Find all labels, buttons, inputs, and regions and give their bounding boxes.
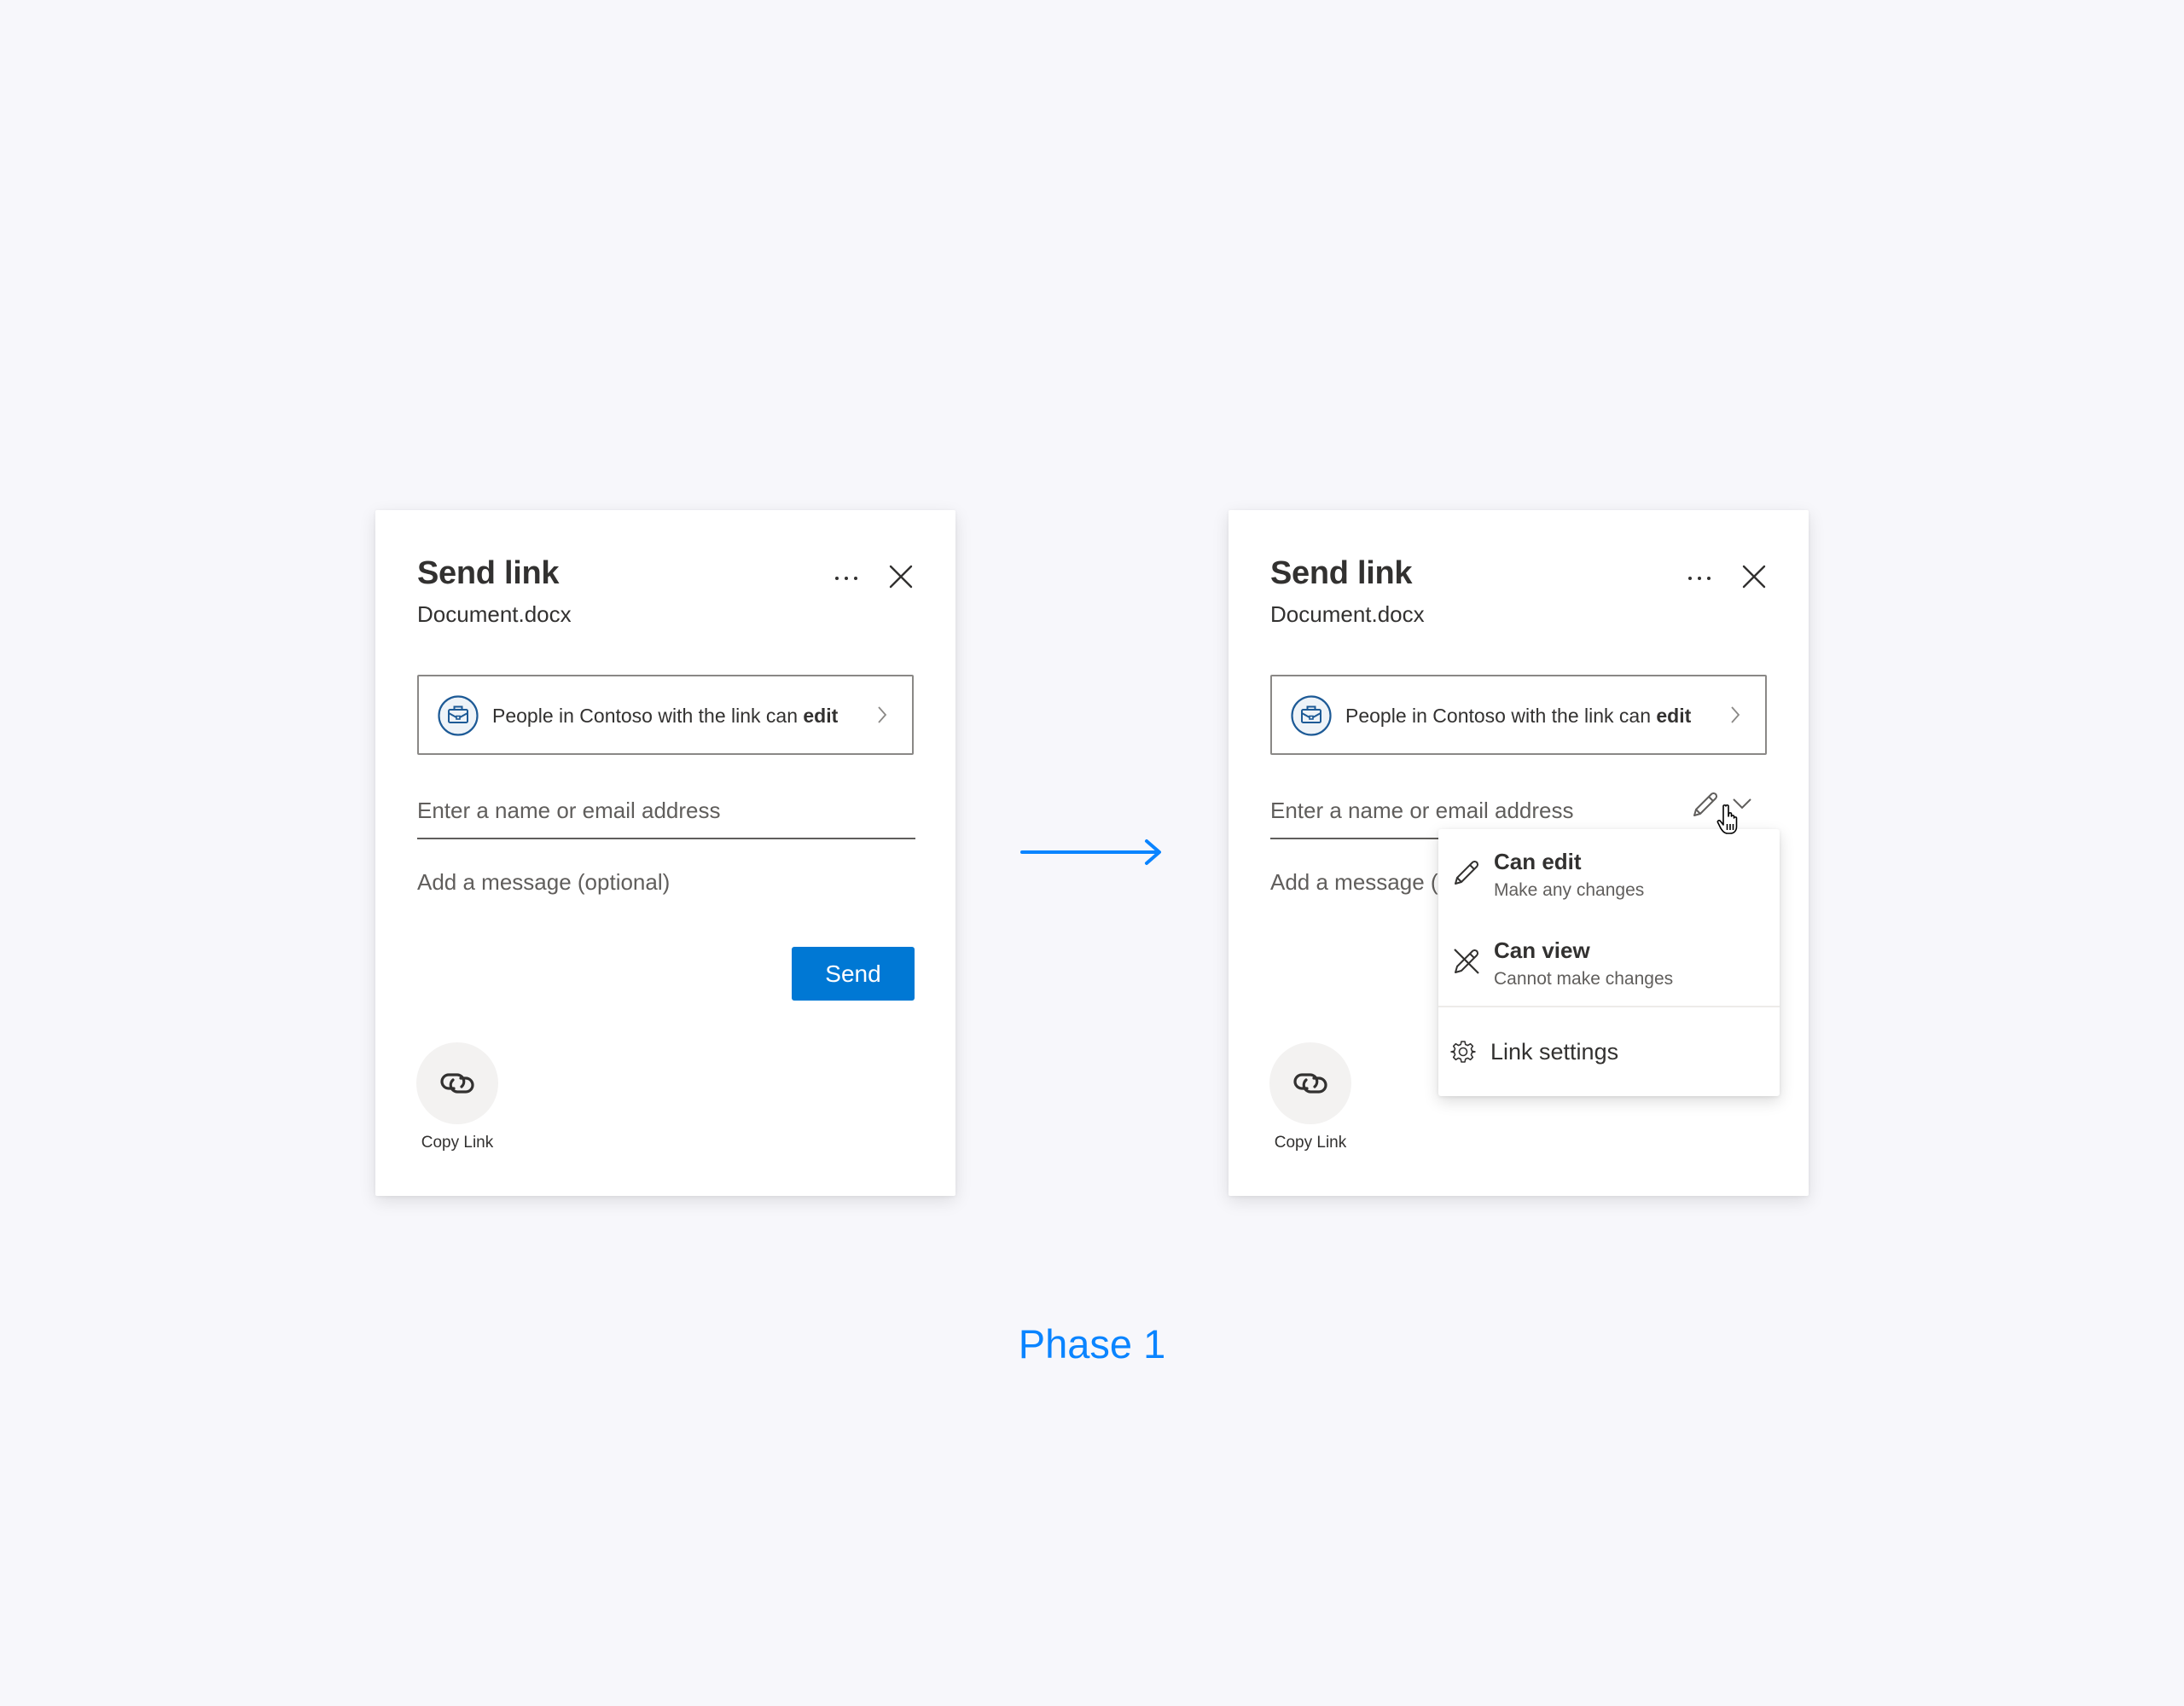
permission-level: edit [803,705,839,727]
recipient-placeholder: Enter a name or email address [1270,798,1574,823]
menu-item-link-settings[interactable]: Link settings [1438,1018,1780,1087]
message-input[interactable]: Add a message (optional) [417,868,915,920]
menu-divider [1438,1006,1780,1007]
phase-label: Phase 1 [1018,1321,1166,1367]
pencil-off-icon [1454,949,1479,974]
arrow-right-icon [1020,839,1161,865]
permission-prefix: People in Contoso with the link can [1345,705,1657,727]
link-permission-text: People in Contoso with the link can edit [492,702,838,729]
pencil-icon [1455,860,1479,885]
copy-link-label: Copy Link [421,1134,494,1152]
more-options-button[interactable] [1681,565,1716,590]
link-icon [440,1073,474,1094]
permission-menu: Can edit Make any changes Can view Canno… [1438,829,1780,1096]
more-dot [845,577,848,580]
recipient-placeholder: Enter a name or email address [417,798,721,823]
gear-icon [1450,1041,1476,1063]
link-settings-label: Link settings [1490,1039,1619,1065]
chevron-right-icon [1731,706,1740,723]
close-icon [1742,565,1766,589]
more-dot [1698,577,1701,580]
menu-item-description: Cannot make changes [1494,969,1674,989]
briefcase-icon [438,695,479,736]
pencil-icon [1693,792,1718,816]
menu-item-can-view[interactable]: Can view Cannot make changes [1438,928,1780,1010]
message-placeholder: Add a message (optional) [417,869,671,895]
file-name: Document.docx [417,601,572,627]
link-icon [1293,1073,1327,1094]
more-dot [854,577,857,580]
link-permission-text: People in Contoso with the link can edit [1345,702,1691,729]
menu-item-description: Make any changes [1494,880,1645,900]
hand-cursor-icon [1716,804,1738,834]
menu-item-can-edit[interactable]: Can edit Make any changes [1438,839,1780,921]
recipient-permission-button[interactable] [1691,790,1720,819]
send-link-dialog: Send link Document.docx People in Contos… [375,510,956,1196]
more-options-button[interactable] [828,565,863,590]
dialog-title: Send link [1270,555,1413,591]
close-button[interactable] [886,561,916,592]
link-permission-button[interactable]: People in Contoso with the link can edit [417,675,914,755]
more-dot [1707,577,1711,580]
recipient-input[interactable]: Enter a name or email address [417,783,915,839]
more-horizontal-icon [835,577,839,580]
permission-prefix: People in Contoso with the link can [492,705,804,727]
close-icon [889,565,913,589]
menu-item-label: Can view [1494,937,1590,963]
send-link-dialog-with-menu: Send link Document.docx People in Contos… [1228,510,1809,1196]
permission-level: edit [1656,705,1692,727]
chevron-right-icon [878,706,887,723]
more-horizontal-icon [1688,577,1692,580]
briefcase-icon [1291,695,1332,736]
close-button[interactable] [1739,561,1769,592]
copy-link-button[interactable] [416,1042,498,1124]
copy-link-button[interactable] [1269,1042,1351,1124]
copy-link-label: Copy Link [1274,1134,1347,1152]
send-button[interactable]: Send [792,947,915,1001]
dialog-title: Send link [417,555,560,591]
link-permission-button[interactable]: People in Contoso with the link can edit [1270,675,1767,755]
file-name: Document.docx [1270,601,1425,627]
menu-item-label: Can edit [1494,849,1582,874]
